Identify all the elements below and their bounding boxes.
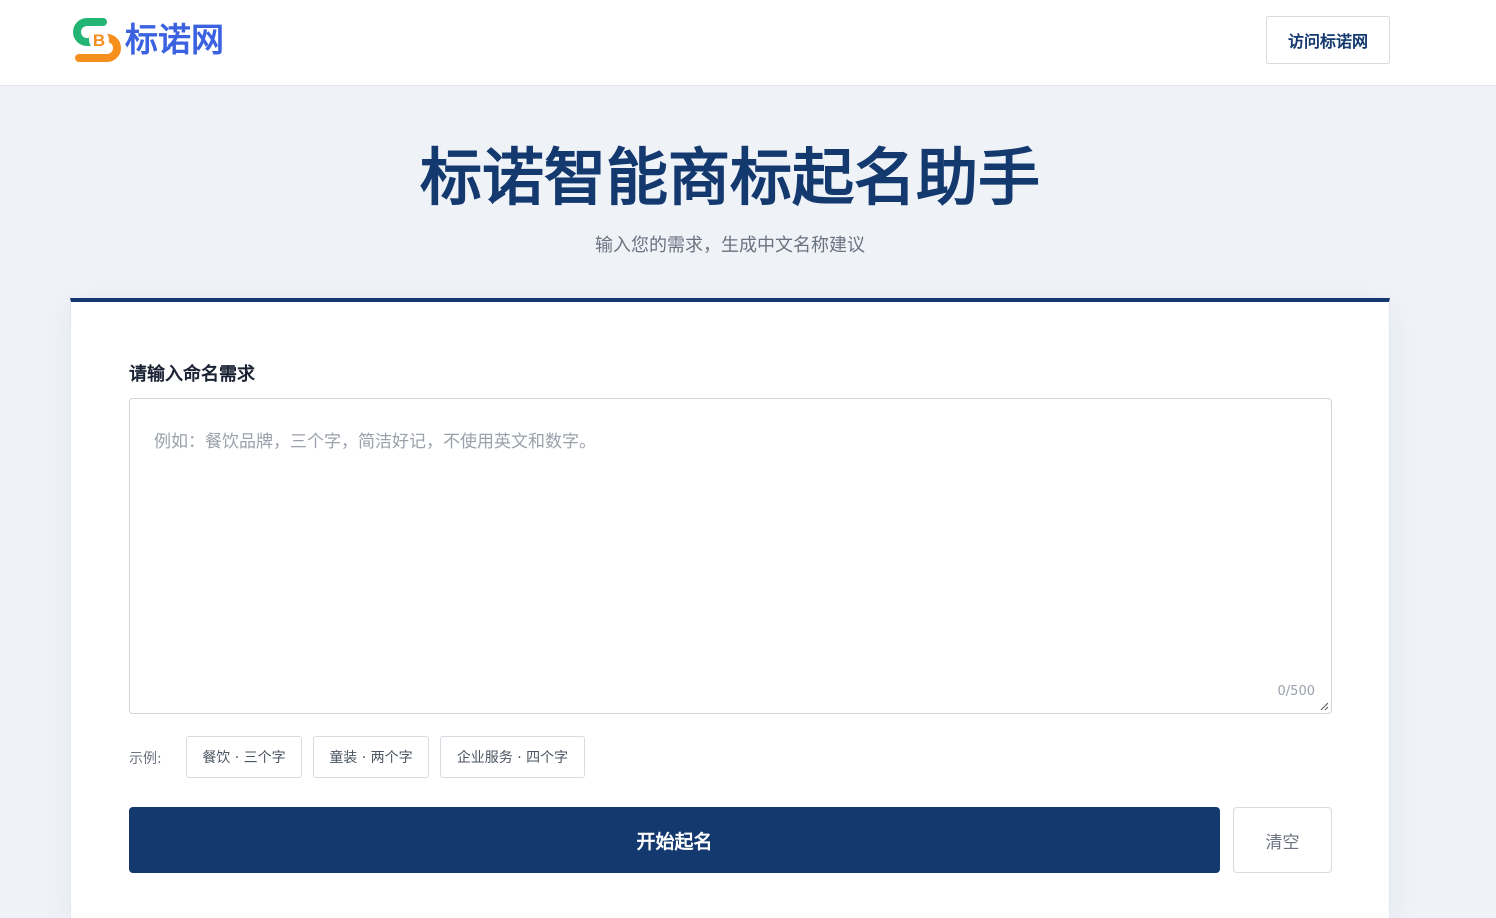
example-chip-business[interactable]: 企业服务 · 四个字 xyxy=(440,736,585,778)
clear-button[interactable]: 清空 xyxy=(1233,807,1332,873)
examples-label: 示例: xyxy=(129,751,162,767)
example-chip-kidswear[interactable]: 童装 · 两个字 xyxy=(313,736,429,778)
example-chip-catering[interactable]: 餐饮 · 三个字 xyxy=(186,736,302,778)
visit-site-button[interactable]: 访问标诺网 xyxy=(1266,16,1390,64)
requirement-label: 请输入命名需求 xyxy=(129,364,255,385)
logo-mark-icon: B xyxy=(73,18,121,62)
top-header: B 标诺网 访问标诺网 xyxy=(0,0,1496,86)
page-subtitle: 输入您的需求，生成中文名称建议 xyxy=(595,235,865,256)
naming-form-card: 请输入命名需求 0/500 示例: 餐饮 · 三个字 童装 · 两个字 企业服务… xyxy=(70,298,1390,918)
char-counter: 0/500 xyxy=(1277,684,1315,699)
start-naming-button[interactable]: 开始起名 xyxy=(129,807,1220,873)
resize-handle-icon[interactable] xyxy=(1319,701,1329,711)
site-logo[interactable]: B 标诺网 xyxy=(73,16,224,64)
requirement-textarea-wrapper: 0/500 xyxy=(129,398,1332,714)
logo-letter: B xyxy=(93,31,105,50)
logo-text: 标诺网 xyxy=(125,20,224,59)
requirement-textarea[interactable] xyxy=(130,399,1331,713)
page-title: 标诺智能商标起名助手 xyxy=(419,141,1040,214)
